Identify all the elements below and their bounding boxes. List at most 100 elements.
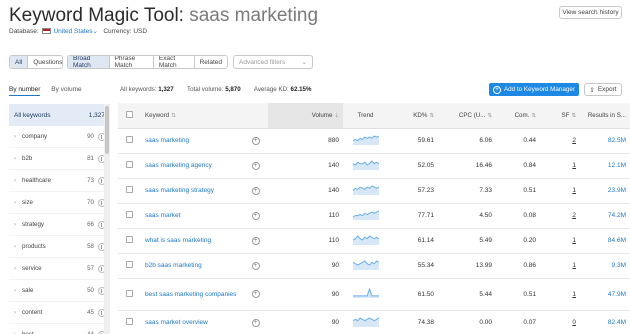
export-button[interactable]: ⇪ Export: [584, 83, 622, 96]
table-row: b2b saas marketing +90 55.34 13.99 0.86 1 9.3M: [118, 253, 630, 279]
results-link[interactable]: 82.5M: [580, 128, 630, 154]
chevron-right-icon: ›: [14, 265, 16, 272]
add-keyword-button[interactable]: +: [243, 203, 268, 229]
keyword-link[interactable]: best saas marketing companies: [141, 278, 243, 311]
col-cpc[interactable]: CPC (U... ⇅: [438, 103, 496, 129]
sidebar-item-company[interactable]: › company 90: [9, 126, 110, 148]
col-keyword[interactable]: Keyword ⇅: [141, 103, 268, 129]
row-checkbox[interactable]: [118, 153, 141, 179]
add-keyword-button[interactable]: +: [243, 178, 268, 204]
filter-all[interactable]: All: [10, 56, 29, 68]
trend-cell: [343, 178, 388, 204]
sf-link[interactable]: 1: [572, 291, 576, 298]
table-row: saas marketing +880 59.61 6.06 0.44 2 82.5M: [118, 128, 630, 154]
sf-link[interactable]: 0: [572, 319, 576, 326]
keyword-link[interactable]: saas marketing agency: [141, 153, 243, 179]
results-link[interactable]: 84.6M: [580, 228, 630, 254]
col-com[interactable]: Com. ⇅: [496, 103, 540, 129]
sidebar-item-strategy[interactable]: › strategy 66: [9, 214, 110, 236]
keyword-link[interactable]: saas marketing strategy: [141, 178, 243, 204]
sf-cell[interactable]: 1: [540, 253, 580, 279]
add-keyword-button[interactable]: +: [243, 253, 268, 279]
view-history-button[interactable]: View search history: [559, 6, 622, 19]
sf-link[interactable]: 1: [572, 187, 576, 194]
sidebar-item-count: 57: [87, 265, 94, 272]
row-checkbox[interactable]: [118, 253, 141, 279]
results-link[interactable]: 12.1M: [580, 153, 630, 179]
col-results[interactable]: Results in S...: [580, 103, 630, 129]
results-link[interactable]: 74.2M: [580, 203, 630, 229]
plus-circle-icon: +: [251, 186, 260, 195]
scrollbar-thumb[interactable]: [105, 106, 109, 154]
sf-link[interactable]: 1: [572, 237, 576, 244]
add-keyword-button[interactable]: +: [243, 153, 268, 179]
sidebar-item-all-keywords[interactable]: All keywords 1,327: [9, 104, 110, 126]
row-checkbox[interactable]: [118, 128, 141, 154]
volume-cell: 90: [268, 253, 343, 279]
sidebar-item-products[interactable]: › products 58: [9, 236, 110, 258]
sidebar-item-content[interactable]: › content 45: [9, 302, 110, 324]
col-volume[interactable]: Volume ⇣: [268, 103, 343, 129]
keyword-link[interactable]: saas market: [141, 203, 243, 229]
sidebar-scrollbar[interactable]: [104, 104, 110, 334]
sf-cell[interactable]: 1: [540, 228, 580, 254]
add-keyword-button[interactable]: +: [243, 278, 268, 311]
row-checkbox[interactable]: [118, 178, 141, 204]
keyword-link[interactable]: b2b saas marketing: [141, 253, 243, 279]
table-row: saas marketing agency +140 52.05 16.46 0.84 1…: [118, 153, 630, 179]
filter-phrase-match[interactable]: Phrase Match: [109, 56, 154, 68]
advanced-filters-select[interactable]: Advanced filters ⌄: [233, 55, 313, 69]
sf-cell[interactable]: 1: [540, 153, 580, 179]
add-keyword-button[interactable]: +: [243, 128, 268, 154]
results-link[interactable]: 23.9M: [580, 178, 630, 204]
tab-by-number[interactable]: By number: [9, 86, 41, 96]
sidebar-item-healthcare[interactable]: › healthcare 73: [9, 170, 110, 192]
row-checkbox[interactable]: [118, 228, 141, 254]
filter-broad-match[interactable]: Broad Match: [68, 56, 110, 68]
sf-link[interactable]: 1: [572, 162, 576, 169]
sf-link[interactable]: 2: [572, 137, 576, 144]
add-keyword-button[interactable]: +: [243, 228, 268, 254]
results-link[interactable]: 82.4M: [580, 310, 630, 334]
sf-cell[interactable]: 2: [540, 203, 580, 229]
table-row: what is saas marketing +110 61.14 5.49 0.20 1…: [118, 228, 630, 254]
chevron-down-icon[interactable]: ⌄: [92, 28, 97, 35]
database-select[interactable]: United States: [53, 28, 92, 35]
results-link[interactable]: 47.9M: [580, 278, 630, 311]
keyword-link[interactable]: what is saas marketing: [141, 228, 243, 254]
sidebar-item-sale[interactable]: › sale 50: [9, 280, 110, 302]
title-main: Keyword Magic Tool:: [9, 5, 184, 26]
col-sf[interactable]: SF ⇅: [540, 103, 580, 129]
add-keyword-button[interactable]: +: [243, 310, 268, 334]
sf-cell[interactable]: 0: [540, 310, 580, 334]
row-checkbox[interactable]: [118, 203, 141, 229]
sidebar-item-best[interactable]: ›best44: [9, 324, 110, 334]
sf-link[interactable]: 1: [572, 262, 576, 269]
filter-related[interactable]: Related: [194, 56, 227, 68]
sidebar-item-service[interactable]: › service 57: [9, 258, 110, 280]
sidebar-item-b2b[interactable]: › b2b 81: [9, 148, 110, 170]
sf-cell[interactable]: 1: [540, 178, 580, 204]
row-checkbox[interactable]: [118, 278, 141, 311]
filter-exact-match[interactable]: Exact Match: [153, 56, 195, 68]
filter-questions[interactable]: Questions: [28, 56, 62, 68]
cpc-cell: 5.44: [438, 278, 496, 311]
sort-icon: ⇅: [171, 112, 176, 119]
col-kd[interactable]: KD% ⇅: [388, 103, 438, 129]
trend-cell: [343, 253, 388, 279]
row-checkbox[interactable]: [118, 310, 141, 334]
keyword-link[interactable]: saas marketing: [141, 128, 243, 154]
select-all-checkbox[interactable]: [118, 103, 141, 129]
sidebar-item-size[interactable]: › size 70: [9, 192, 110, 214]
results-link[interactable]: 9.3M: [580, 253, 630, 279]
keyword-link[interactable]: saas market overview: [141, 310, 243, 334]
sf-link[interactable]: 2: [572, 212, 576, 219]
col-trend[interactable]: Trend: [343, 103, 388, 129]
sf-cell[interactable]: 1: [540, 278, 580, 311]
sidebar-item-label: content: [22, 309, 43, 316]
sf-cell[interactable]: 2: [540, 128, 580, 154]
sidebar-item-label: size: [22, 199, 34, 206]
tab-by-volume[interactable]: By volume: [51, 86, 81, 93]
add-to-keyword-manager-button[interactable]: + Add to Keyword Manager: [489, 83, 579, 96]
trend-cell: [343, 203, 388, 229]
